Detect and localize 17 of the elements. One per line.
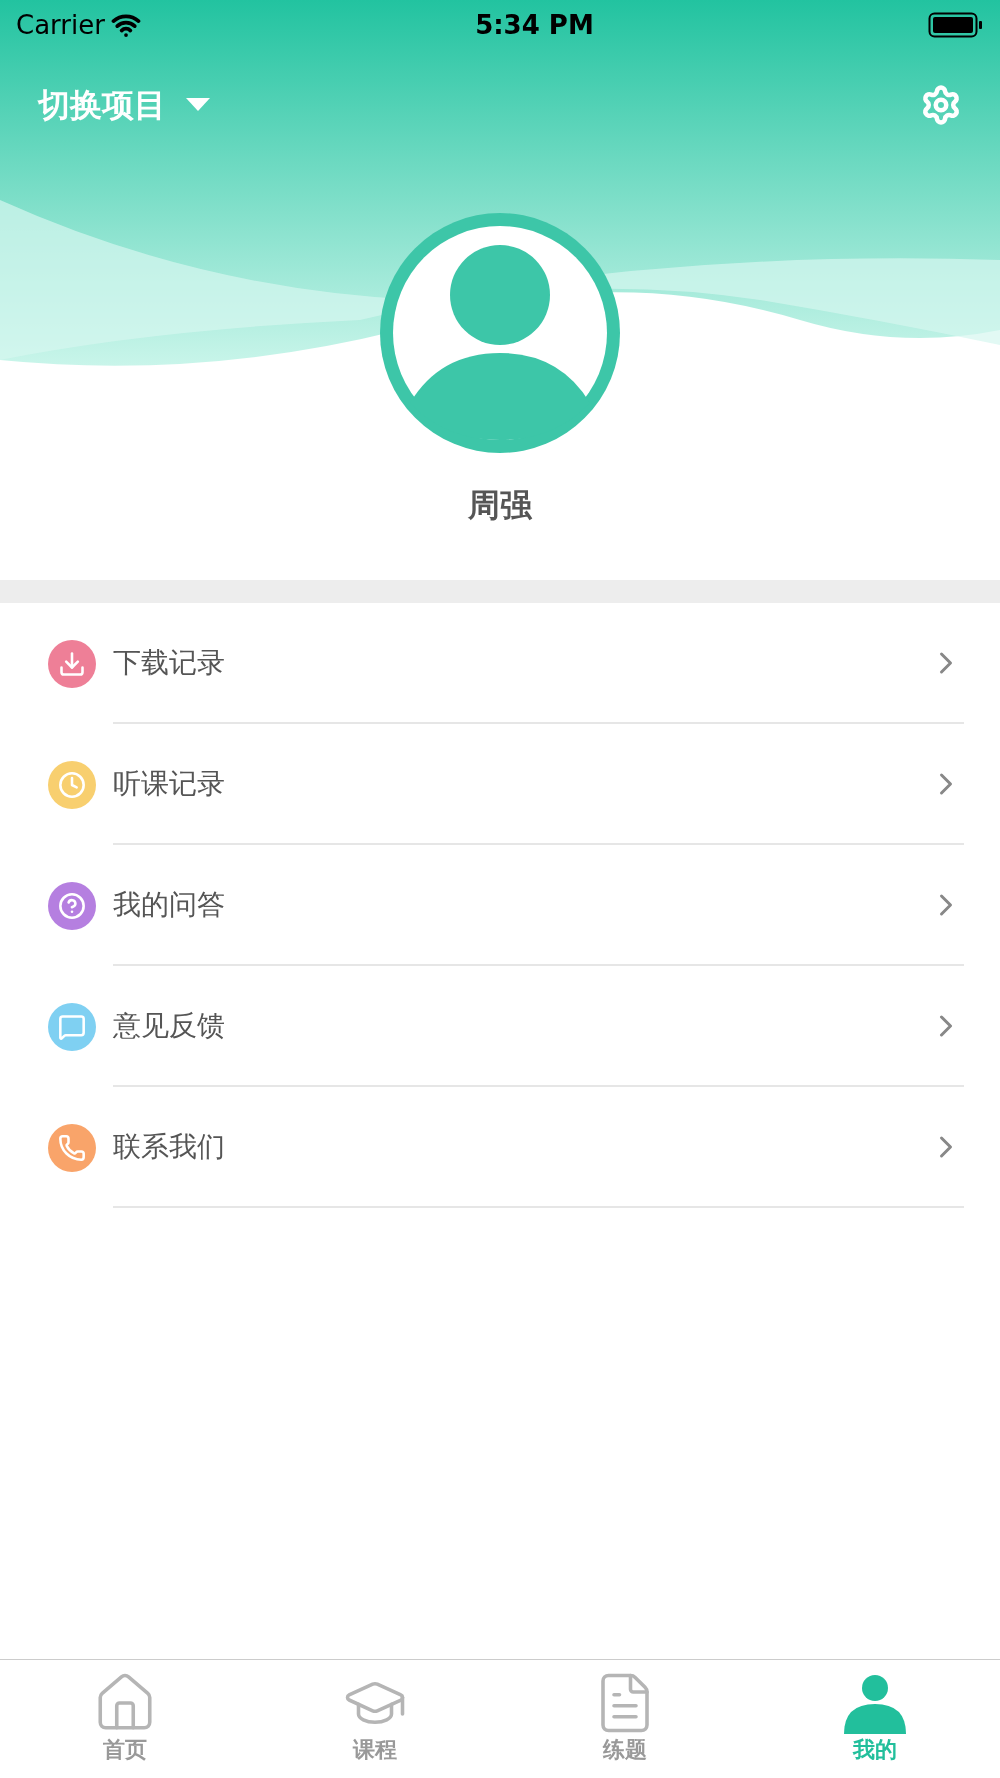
settings-icon[interactable]	[920, 84, 962, 126]
menu-label: 联系我们	[113, 1128, 226, 1165]
menu-label: 下载记录	[113, 644, 226, 681]
avatar-icon	[380, 213, 620, 453]
menu-item[interactable]: 听课记录	[0, 724, 1000, 845]
time-text: 5:34 PM	[475, 8, 594, 42]
menu-item[interactable]: 意见反馈	[0, 966, 1000, 1087]
menu-label: 听课记录	[113, 765, 226, 802]
menu-item[interactable]: 下载记录	[0, 603, 1000, 724]
caret-icon	[186, 98, 210, 112]
menu-label: 我的问答	[113, 886, 226, 923]
menu-label: 意见反馈	[113, 1007, 226, 1044]
carrier-text: Carrier	[16, 8, 105, 42]
menu-item[interactable]: 联系我们	[0, 1087, 1000, 1208]
menu-item[interactable]: 我的问答	[0, 845, 1000, 966]
battery-icon	[928, 12, 984, 38]
user-name: 周强	[468, 485, 532, 526]
